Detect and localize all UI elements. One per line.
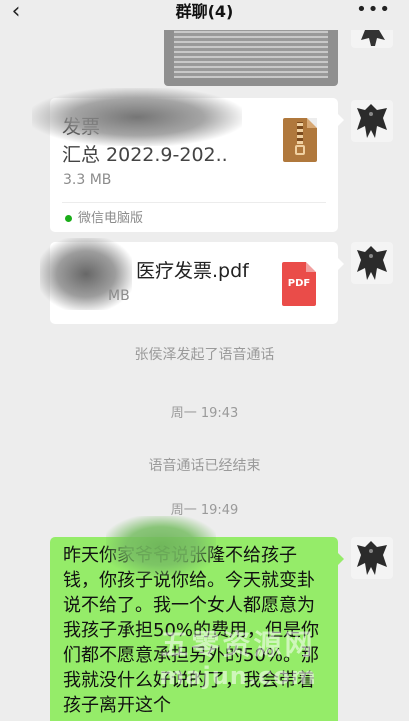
zip-file-icon [283,118,317,162]
robot-avatar-icon [357,104,387,138]
privacy-blur [40,238,132,310]
divider [62,202,326,203]
file-source: 微信电脑版 [65,207,143,226]
chat-title: 群聊(4) [175,2,234,21]
avatar[interactable] [351,537,393,579]
system-message: 语音通话已经结束 [148,458,261,474]
avatar[interactable] [351,242,393,284]
system-message: 张侯泽发起了语音通话 [134,347,275,363]
robot-avatar-icon [357,541,387,575]
more-dots-icon[interactable]: ••• [356,0,391,20]
image-message[interactable] [164,30,338,86]
file-name: 医疗发票.pdf [136,260,249,282]
privacy-blur [32,88,242,146]
pdf-file-icon: PDF [282,262,316,306]
privacy-blur [106,516,216,576]
file-name-line2: 汇总 2022.9-202.. [62,144,228,166]
robot-avatar-icon [361,30,385,46]
file-size: 3.3 MB [63,172,112,188]
robot-avatar-icon [357,246,387,280]
timestamp: 周一 19:43 [170,406,239,421]
wechat-pc-icon [65,215,72,222]
avatar[interactable] [351,100,393,142]
chat-header: ‹ 群聊(4) ••• [0,0,409,30]
timestamp: 周一 19:49 [170,503,239,518]
avatar[interactable] [351,30,393,48]
image-thumbnail [174,30,328,78]
